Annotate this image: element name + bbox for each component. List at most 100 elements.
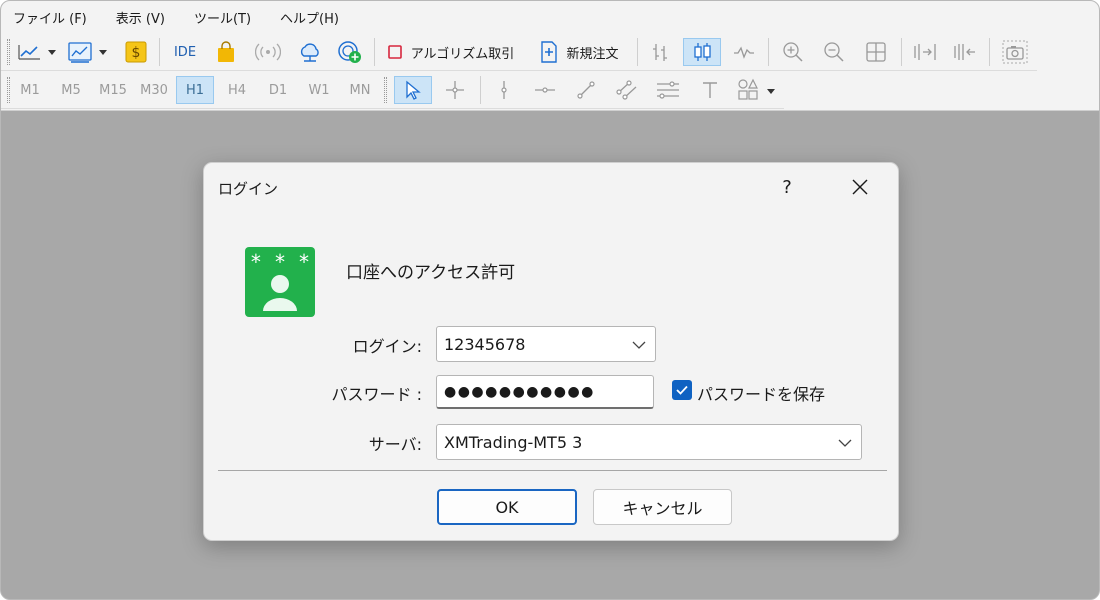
timeframe-h4[interactable]: H4 — [218, 76, 256, 104]
cloud-icon — [300, 43, 319, 62]
horizontal-line-icon — [535, 87, 555, 93]
vps-button[interactable] — [295, 38, 325, 66]
auto-scroll-icon — [914, 44, 936, 60]
auto-scroll-button[interactable] — [907, 38, 943, 66]
chevron-down-icon[interactable] — [837, 435, 853, 451]
fibonacci-tool-button[interactable] — [651, 76, 685, 104]
shapes-icon — [738, 78, 775, 100]
password-field[interactable]: ●●●●●●●●●●● — [436, 375, 654, 409]
timeframe-m30[interactable]: M30 — [135, 76, 173, 104]
line-chart-icon — [18, 45, 56, 60]
dollar-icon: $ — [125, 41, 147, 63]
toolbar-grip[interactable] — [7, 77, 10, 103]
menu-tools[interactable]: ツール(T) — [194, 8, 251, 27]
menu-file[interactable]: ファイル (F) — [13, 8, 87, 27]
checkmark-icon — [676, 385, 688, 395]
chart-template-button[interactable] — [65, 38, 113, 66]
timeframe-w1[interactable]: W1 — [300, 76, 338, 104]
cancel-button[interactable]: キャンセル — [593, 489, 732, 525]
account-access-icon: * * * — [245, 247, 315, 317]
timeframe-toolbar: M1 M5 M15 M30 H1 H4 D1 W1 MN — [1, 71, 784, 109]
main-toolbar: $ IDE アルゴリズム取引 新規注文 — [1, 33, 1037, 71]
camera-icon — [1002, 40, 1028, 64]
equidistant-channel-icon — [616, 80, 637, 100]
cursor-tool-button[interactable] — [394, 76, 432, 104]
community-button[interactable] — [335, 38, 365, 66]
cursor-icon — [406, 80, 421, 100]
menu-help[interactable]: ヘルプ(H) — [280, 8, 339, 27]
screenshot-button[interactable] — [997, 38, 1033, 66]
algo-trading-button[interactable]: アルゴリズム取引 — [383, 38, 518, 66]
server-value: XMTrading-MT5 3 — [444, 432, 583, 452]
zoom-in-button[interactable] — [776, 38, 810, 66]
fibonacci-icon — [657, 81, 679, 99]
trading-button[interactable]: $ — [121, 38, 151, 66]
candlestick-icon — [694, 43, 711, 61]
user-password-icon: * * * — [250, 250, 310, 311]
timeframe-m15[interactable]: M15 — [94, 76, 132, 104]
trendline-tool-button[interactable] — [569, 76, 603, 104]
close-icon — [852, 179, 868, 195]
help-button[interactable]: ? — [772, 172, 802, 202]
community-add-icon — [338, 41, 361, 63]
dialog-divider — [218, 470, 887, 471]
toolbar-grip[interactable] — [7, 39, 10, 65]
menu-view[interactable]: 表示 (V) — [116, 8, 165, 27]
new-order-label: 新規注文 — [566, 46, 619, 62]
shapes-tool-button[interactable] — [734, 76, 780, 104]
line-icon — [734, 46, 754, 59]
tile-windows-button[interactable] — [859, 38, 893, 66]
text-icon — [703, 82, 717, 98]
ide-button[interactable]: IDE — [167, 38, 203, 66]
login-combobox[interactable]: 12345678 — [436, 326, 656, 362]
text-tool-button[interactable] — [693, 76, 727, 104]
ok-button[interactable]: OK — [437, 489, 577, 525]
signals-button[interactable] — [251, 38, 285, 66]
access-heading: 口座へのアクセス許可 — [346, 263, 516, 283]
save-password-label[interactable]: パスワードを保存 — [697, 381, 825, 405]
close-button[interactable] — [844, 172, 876, 202]
grid-icon — [866, 42, 886, 62]
zoom-out-icon — [824, 42, 844, 62]
vertical-line-icon — [501, 81, 507, 99]
toolbar-grip[interactable] — [384, 77, 387, 103]
ide-label: IDE — [173, 44, 197, 60]
dialog-title: ログイン — [218, 180, 279, 198]
horizontal-line-tool-button[interactable] — [528, 76, 562, 104]
new-order-button[interactable]: 新規注文 — [527, 38, 631, 66]
timeframe-d1[interactable]: D1 — [259, 76, 297, 104]
channel-tool-button[interactable] — [610, 76, 644, 104]
timeframe-h1[interactable]: H1 — [176, 76, 214, 104]
line-button[interactable] — [727, 38, 761, 66]
zoom-out-button[interactable] — [817, 38, 851, 66]
server-label: サーバ: — [368, 435, 422, 454]
timeframe-mn[interactable]: MN — [341, 76, 379, 104]
chart-shift-button[interactable] — [947, 38, 983, 66]
chevron-down-icon[interactable] — [631, 337, 647, 353]
algo-trading-label: アルゴリズム取引 — [410, 46, 515, 62]
chart-shift-icon — [954, 44, 975, 60]
timeframe-m1[interactable]: M1 — [11, 76, 49, 104]
chart-template-icon — [68, 42, 107, 63]
crosshair-icon — [446, 81, 464, 99]
login-value: 12345678 — [444, 334, 526, 354]
market-button[interactable] — [211, 38, 241, 66]
svg-text:$: $ — [132, 45, 141, 61]
svg-text:* * *: * * * — [250, 250, 310, 274]
stop-icon — [387, 45, 402, 59]
new-order-icon — [541, 41, 558, 63]
candlestick-button[interactable] — [683, 38, 721, 66]
timeframe-m5[interactable]: M5 — [52, 76, 90, 104]
chart-type-button[interactable] — [14, 38, 60, 66]
crosshair-tool-button[interactable] — [438, 76, 472, 104]
bar-chart-button[interactable] — [643, 38, 677, 66]
login-dialog: ログイン ? * * * 口座へのアクセス許可 ログイン: 12345678 パ… — [203, 162, 899, 541]
app-window: ファイル (F) 表示 (V) ツール(T) ヘルプ(H) $ IDE アルゴリ… — [0, 0, 1100, 600]
trendline-icon — [577, 81, 595, 99]
save-password-checkbox[interactable] — [672, 380, 692, 400]
bar-chart-icon — [653, 44, 667, 61]
menu-bar: ファイル (F) 表示 (V) ツール(T) ヘルプ(H) — [1, 1, 1099, 33]
server-combobox[interactable]: XMTrading-MT5 3 — [436, 424, 862, 460]
vertical-line-tool-button[interactable] — [487, 76, 521, 104]
shopping-bag-icon — [218, 41, 234, 62]
